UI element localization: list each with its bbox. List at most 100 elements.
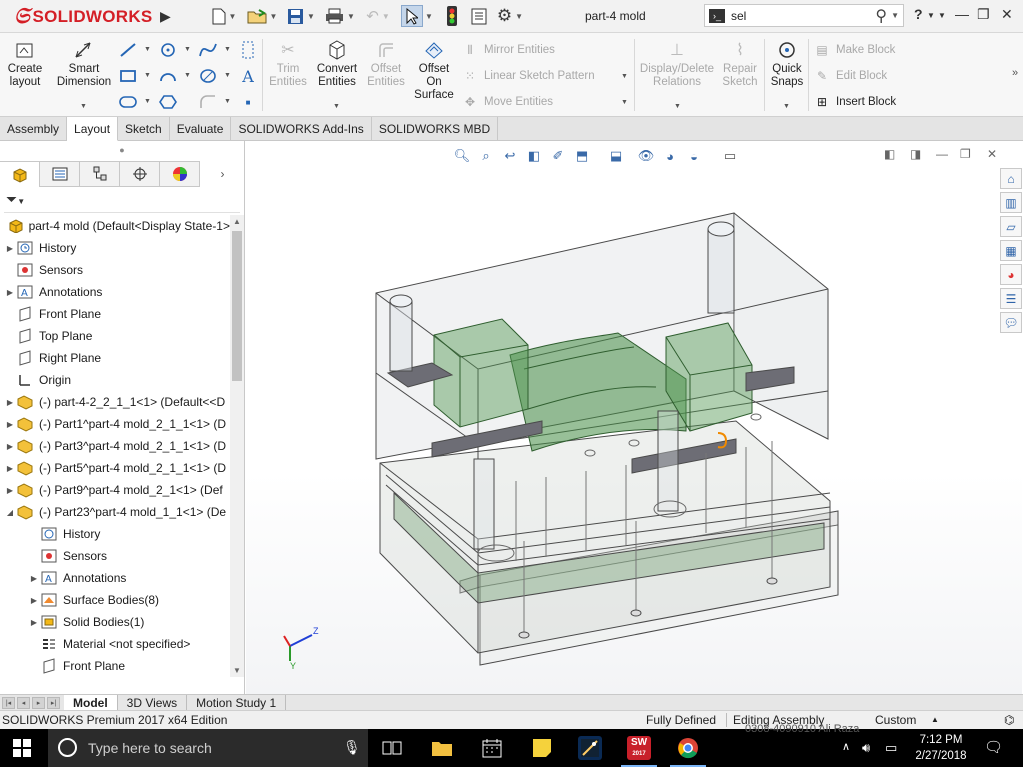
sketch-plane-icon[interactable] bbox=[238, 41, 258, 59]
offset-entities-button[interactable]: Offset Entities bbox=[364, 39, 408, 89]
slot-dropdown[interactable]: ▼ bbox=[144, 98, 151, 105]
tree-root[interactable]: part-4 mold (Default<Display State-1> bbox=[0, 215, 230, 237]
next-tab-icon[interactable]: ▸ bbox=[32, 696, 45, 709]
expand-icon[interactable]: ▶ bbox=[28, 574, 40, 583]
tab-mbd[interactable]: SOLIDWORKS MBD bbox=[372, 117, 499, 140]
rectangle-dropdown[interactable]: ▼ bbox=[144, 72, 151, 79]
tree-item-history[interactable]: ▶ History bbox=[0, 237, 230, 259]
select-button[interactable] bbox=[401, 5, 423, 27]
move-entities-dropdown[interactable]: ▼ bbox=[621, 99, 628, 106]
smart-dimension-button[interactable]: Smart Dimension bbox=[57, 39, 111, 89]
smart-dimension-dropdown[interactable]: ▼ bbox=[80, 103, 87, 110]
ribbon-overflow-icon[interactable]: » bbox=[1012, 67, 1018, 79]
arc-dropdown[interactable]: ▼ bbox=[184, 72, 191, 79]
design-library-icon[interactable]: ▥ bbox=[1000, 192, 1022, 213]
file-explorer-icon[interactable]: ▱ bbox=[1000, 216, 1022, 237]
new-document-button[interactable]: ▼ bbox=[208, 5, 240, 27]
show-hidden-icons-icon[interactable]: ∧ bbox=[842, 740, 850, 753]
expand-icon[interactable]: ▶ bbox=[4, 244, 16, 253]
move-entities-button[interactable]: ✥ Move Entities bbox=[462, 93, 553, 111]
graphics-area[interactable]: 🔍︎ ⌕ ↩ ◧ ✐ ⬒ ⬓ 👁︎ ◕ ◒ ▭ ◧ ◨ — ❐ ✕ Z Y bbox=[246, 141, 1022, 694]
undo-button[interactable]: ↶ ▼ bbox=[362, 5, 394, 27]
rebuild-button[interactable] bbox=[442, 5, 462, 27]
minimize-icon[interactable]: — bbox=[955, 6, 969, 22]
tree-item-top-plane[interactable]: Top Plane bbox=[0, 325, 230, 347]
search-input[interactable]: sel bbox=[731, 9, 875, 23]
edit-block-button[interactable]: ✎ Edit Block bbox=[814, 67, 887, 85]
system-clock[interactable]: 7:12 PM 2/27/2018 bbox=[912, 732, 970, 764]
tab-motion-study[interactable]: Motion Study 1 bbox=[187, 694, 287, 711]
display-delete-relations-button[interactable]: ⊥ Display/Delete Relations bbox=[638, 39, 716, 89]
home-icon[interactable]: ⌂ bbox=[1000, 168, 1022, 189]
tree-item-front-plane[interactable]: Front Plane bbox=[0, 303, 230, 325]
view-palette-icon[interactable]: ▦ bbox=[1000, 240, 1022, 261]
expand-icon[interactable]: ▶ bbox=[4, 486, 16, 495]
expand-icon[interactable]: ▶ bbox=[28, 618, 40, 627]
tab-model[interactable]: Model bbox=[64, 694, 118, 711]
tree-scrollbar[interactable]: ▲ ▼ bbox=[230, 215, 244, 677]
tree-subitem-material[interactable]: Material <not specified> bbox=[0, 633, 230, 655]
tree-subitem-front-plane[interactable]: Front Plane bbox=[0, 655, 230, 677]
expand-icon[interactable]: ▶ bbox=[4, 442, 16, 451]
panel-grip-icon[interactable]: ● bbox=[0, 141, 244, 159]
units-selector[interactable]: Custom bbox=[875, 713, 916, 727]
file-properties-button[interactable] bbox=[469, 5, 489, 27]
restore-icon[interactable]: ❐ bbox=[977, 6, 990, 23]
task-view-icon[interactable] bbox=[380, 736, 404, 760]
property-manager-tab[interactable] bbox=[40, 161, 80, 187]
search-dropdown-icon[interactable]: ▼ bbox=[891, 11, 899, 20]
sketch-text-icon[interactable]: A bbox=[238, 67, 258, 86]
circle-icon[interactable] bbox=[158, 41, 178, 59]
panel-tabs-more-icon[interactable]: › bbox=[200, 161, 245, 187]
tree-item-right-plane[interactable]: Right Plane bbox=[0, 347, 230, 369]
convert-entities-button[interactable]: Convert Entities bbox=[312, 39, 362, 89]
close-icon[interactable]: ✕ bbox=[1001, 6, 1013, 23]
units-dropdown-icon[interactable]: ▲ bbox=[931, 715, 939, 724]
tree-item-component[interactable]: ▶ (-) Part1^part-4 mold_2_1_1<1> (D bbox=[0, 413, 230, 435]
photo-app-icon[interactable] bbox=[578, 736, 602, 760]
tree-subitem-solid-bodies[interactable]: ▶ Solid Bodies(1) bbox=[0, 611, 230, 633]
insert-block-button[interactable]: ⊞ Insert Block bbox=[814, 93, 896, 111]
expand-icon[interactable]: ▶ bbox=[4, 464, 16, 473]
tree-subitem-surface-bodies[interactable]: ▶ Surface Bodies(8) bbox=[0, 589, 230, 611]
solidworks-taskbar-icon[interactable]: SW 2017 bbox=[621, 736, 657, 767]
select-dropdown[interactable]: ▼ bbox=[424, 5, 434, 27]
tab-3d-views[interactable]: 3D Views bbox=[118, 694, 188, 711]
tree-item-origin[interactable]: Origin bbox=[0, 369, 230, 391]
tab-sketch[interactable]: Sketch bbox=[118, 117, 170, 140]
tree-subitem-history[interactable]: History bbox=[0, 523, 230, 545]
tree-item-sensors[interactable]: Sensors bbox=[0, 259, 230, 281]
feature-manager-tab[interactable] bbox=[0, 161, 40, 187]
tree-item-component[interactable]: ▶ (-) Part3^part-4 mold_2_1_1<1> (D bbox=[0, 435, 230, 457]
file-explorer-taskbar-icon[interactable] bbox=[430, 736, 454, 760]
configuration-manager-tab[interactable] bbox=[80, 161, 120, 187]
taskbar-search[interactable]: Type here to search 🎙︎ bbox=[48, 729, 368, 767]
print-button[interactable]: ▼ bbox=[323, 5, 357, 27]
collapse-icon[interactable]: ◢ bbox=[4, 508, 16, 517]
offset-on-surface-button[interactable]: Offset On Surface bbox=[414, 39, 454, 102]
mold-assembly-model[interactable]: Z Y bbox=[246, 141, 1022, 694]
arc-icon[interactable] bbox=[158, 67, 178, 85]
expand-icon[interactable]: ▶ bbox=[28, 596, 40, 605]
line-dropdown[interactable]: ▼ bbox=[144, 46, 151, 53]
custom-properties-icon[interactable]: ☰ bbox=[1000, 288, 1022, 309]
dimxpert-tab[interactable] bbox=[120, 161, 160, 187]
save-button[interactable]: ▼ bbox=[285, 5, 317, 27]
solidworks-logo[interactable]: 𝔖 SOLIDWORKS bbox=[14, 6, 153, 28]
appearances-icon[interactable]: ◕ bbox=[1000, 264, 1022, 285]
tree-item-annotations[interactable]: ▶ A Annotations bbox=[0, 281, 230, 303]
search-commands-box[interactable]: ›_ sel ⚲ ▼ bbox=[704, 4, 904, 27]
tree-item-component[interactable]: ▶ (-) Part9^part-4 mold_2_1<1> (Def bbox=[0, 479, 230, 501]
menu-expand-icon[interactable]: ▶ bbox=[160, 8, 174, 26]
scroll-up-icon[interactable]: ▲ bbox=[230, 217, 244, 226]
tree-item-component[interactable]: ▶ (-) Part5^part-4 mold_2_1_1<1> (D bbox=[0, 457, 230, 479]
linear-pattern-dropdown[interactable]: ▼ bbox=[621, 73, 628, 80]
taskbar-search-input[interactable]: Type here to search bbox=[88, 740, 212, 756]
make-block-button[interactable]: ▤ Make Block bbox=[814, 41, 895, 59]
speaker-icon[interactable]: 🔊︎ bbox=[862, 740, 870, 756]
help-dropdown-icon[interactable]: ▼ bbox=[927, 11, 935, 20]
mirror-entities-button[interactable]: ⫴ Mirror Entities bbox=[462, 41, 554, 59]
scroll-down-icon[interactable]: ▼ bbox=[230, 666, 244, 675]
scroll-thumb[interactable] bbox=[232, 231, 242, 381]
spline-icon[interactable] bbox=[198, 41, 218, 59]
